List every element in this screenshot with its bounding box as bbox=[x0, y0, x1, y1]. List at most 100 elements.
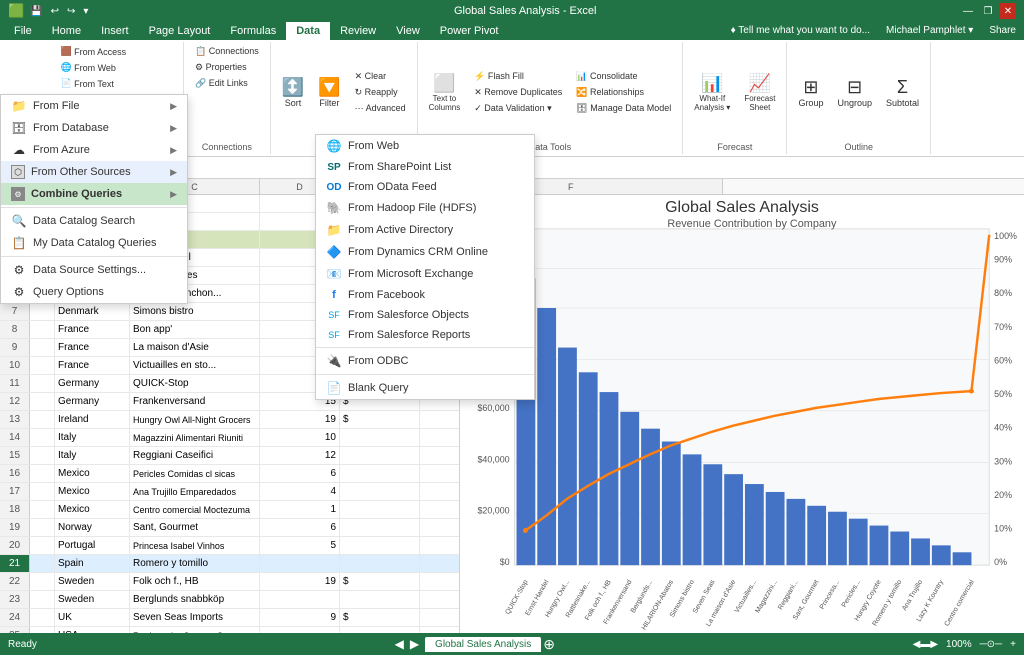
next-sheet-btn[interactable]: ▶ bbox=[410, 637, 419, 651]
menu-item-from-other-sources[interactable]: ⬡ From Other Sources ▶ bbox=[1, 161, 187, 183]
cell[interactable]: $ bbox=[340, 411, 420, 428]
cell[interactable]: France bbox=[55, 357, 130, 374]
edit-links-btn[interactable]: 🔗 Edit Links bbox=[190, 76, 253, 91]
cell[interactable] bbox=[340, 591, 420, 608]
cell[interactable]: Frankenversand bbox=[130, 393, 260, 410]
menu-item-blank-query[interactable]: 📄 Blank Query bbox=[316, 377, 534, 399]
cell[interactable] bbox=[340, 627, 420, 633]
flash-fill-btn[interactable]: ⚡ Flash Fill bbox=[469, 69, 567, 84]
menu-item-from-file[interactable]: 📁 From File ▶ bbox=[1, 95, 187, 117]
tab-home[interactable]: Home bbox=[42, 22, 91, 40]
cell[interactable]: Spain bbox=[55, 555, 130, 572]
cell[interactable]: $ bbox=[340, 609, 420, 626]
zoom-slider[interactable]: ─⊙─ bbox=[980, 639, 1003, 650]
cell[interactable] bbox=[30, 501, 55, 518]
menu-item-hadoop[interactable]: 🐘 From Hadoop File (HDFS) bbox=[316, 197, 534, 219]
cell[interactable]: Victuailles en sto... bbox=[130, 357, 260, 374]
connections-btn[interactable]: 📋 Connections bbox=[190, 44, 264, 59]
menu-item-salesforce-rep[interactable]: SF From Salesforce Reports bbox=[316, 325, 534, 345]
cell[interactable]: 10 bbox=[260, 429, 340, 446]
remove-dupes-btn[interactable]: ✕ Remove Duplicates bbox=[469, 85, 567, 100]
advanced-btn[interactable]: ⋯ Advanced bbox=[350, 101, 411, 116]
cell[interactable]: Princesa Isabel Vinhos bbox=[130, 537, 260, 554]
sort-btn[interactable]: ↕️ Sort bbox=[277, 74, 309, 111]
cell[interactable]: Bon app' bbox=[130, 321, 260, 338]
cell[interactable]: 12 bbox=[260, 447, 340, 464]
tab-page-layout[interactable]: Page Layout bbox=[139, 22, 221, 40]
cell[interactable]: Ireland bbox=[55, 411, 130, 428]
menu-item-data-catalog[interactable]: 🔍 Data Catalog Search bbox=[1, 210, 187, 232]
undo-btn[interactable]: ↩ bbox=[49, 6, 61, 17]
cell[interactable]: Italy bbox=[55, 429, 130, 446]
subtotal-btn[interactable]: Σ Subtotal bbox=[881, 74, 924, 111]
cell[interactable] bbox=[340, 483, 420, 500]
cell[interactable]: Magazzini Alimentari Riuniti bbox=[130, 429, 260, 446]
cell[interactable] bbox=[30, 627, 55, 633]
cell[interactable] bbox=[340, 555, 420, 572]
cell[interactable] bbox=[340, 537, 420, 554]
cell[interactable] bbox=[30, 537, 55, 554]
text-to-columns-btn[interactable]: ⬜ Text toColumns bbox=[424, 70, 466, 115]
tab-file[interactable]: File bbox=[4, 22, 42, 40]
cell[interactable] bbox=[260, 627, 340, 633]
forecast-sheet-btn[interactable]: 📈 ForecastSheet bbox=[739, 70, 780, 115]
menu-item-from-web[interactable]: 🌐 From Web bbox=[316, 135, 534, 157]
clear-btn[interactable]: ✕ Clear bbox=[350, 69, 411, 84]
cell[interactable]: 6 bbox=[260, 465, 340, 482]
menu-item-active-dir[interactable]: 📁 From Active Directory bbox=[316, 219, 534, 241]
quick-save-btn[interactable]: 💾 bbox=[28, 6, 44, 17]
menu-item-from-database[interactable]: 🗄 From Database ▶ bbox=[1, 117, 187, 139]
consolidate-btn[interactable]: 📊 Consolidate bbox=[571, 69, 676, 84]
cell[interactable]: Rattlesnake Canyon Grocery bbox=[130, 627, 260, 633]
tab-view[interactable]: View bbox=[386, 22, 430, 40]
from-access-btn[interactable]: 🟫 From Access bbox=[56, 44, 131, 59]
cell[interactable]: Italy bbox=[55, 447, 130, 464]
from-web-btn[interactable]: 🌐 From Web bbox=[56, 60, 121, 75]
cell[interactable] bbox=[260, 555, 340, 572]
cell[interactable]: Denmark bbox=[55, 303, 130, 320]
cell[interactable] bbox=[30, 483, 55, 500]
menu-item-facebook[interactable]: f From Facebook bbox=[316, 285, 534, 305]
customize-btn[interactable]: ▾ bbox=[81, 6, 90, 17]
formula-input[interactable] bbox=[112, 159, 1020, 177]
minimize-btn[interactable]: — bbox=[960, 3, 976, 19]
user-account[interactable]: Michael Pamphlet ▾ bbox=[878, 22, 981, 40]
tab-data[interactable]: Data bbox=[286, 22, 330, 40]
cell[interactable]: Germany bbox=[55, 375, 130, 392]
cell[interactable] bbox=[30, 303, 55, 320]
reapply-btn[interactable]: ↻ Reapply bbox=[350, 85, 411, 100]
cell[interactable]: Romero y tomillo bbox=[130, 555, 260, 572]
menu-item-dynamics-crm[interactable]: 🔷 From Dynamics CRM Online bbox=[316, 241, 534, 263]
cell[interactable]: 19 bbox=[260, 411, 340, 428]
tab-insert[interactable]: Insert bbox=[91, 22, 139, 40]
menu-item-ms-exchange[interactable]: 📧 From Microsoft Exchange bbox=[316, 263, 534, 285]
cell[interactable]: La maison d'Asie bbox=[130, 339, 260, 356]
cell[interactable] bbox=[30, 429, 55, 446]
cell[interactable]: Pericles Comidas cl sicas bbox=[130, 465, 260, 482]
cell[interactable]: Hungry Owl All-Night Grocers bbox=[130, 411, 260, 428]
cell[interactable]: Mexico bbox=[55, 501, 130, 518]
cell[interactable]: Sant, Gourmet bbox=[130, 519, 260, 536]
menu-item-my-catalog[interactable]: 📋 My Data Catalog Queries bbox=[1, 232, 187, 254]
group-btn[interactable]: ⊞ Group bbox=[793, 74, 828, 111]
cell[interactable]: 1 bbox=[260, 501, 340, 518]
cell[interactable] bbox=[30, 447, 55, 464]
cell[interactable] bbox=[340, 429, 420, 446]
menu-item-combine[interactable]: ⚙ Combine Queries ▶ bbox=[1, 183, 187, 205]
menu-item-sharepoint[interactable]: SP From SharePoint List bbox=[316, 157, 534, 177]
properties-btn[interactable]: ⚙ Properties bbox=[190, 60, 252, 75]
menu-item-odbc[interactable]: 🔌 From ODBC bbox=[316, 350, 534, 372]
cell[interactable] bbox=[340, 465, 420, 482]
relationships-btn[interactable]: 🔀 Relationships bbox=[571, 85, 676, 100]
cell[interactable] bbox=[30, 375, 55, 392]
share-btn[interactable]: Share bbox=[981, 22, 1024, 40]
menu-item-odata[interactable]: OD From OData Feed bbox=[316, 177, 534, 197]
sheet-tab-global-sales[interactable]: Global Sales Analysis bbox=[425, 637, 541, 652]
cell[interactable]: Germany bbox=[55, 393, 130, 410]
cell[interactable] bbox=[260, 591, 340, 608]
cell[interactable]: Ana Trujillo Emparedados bbox=[130, 483, 260, 500]
filter-btn[interactable]: 🔽 Filter bbox=[313, 74, 345, 111]
manage-data-model-btn[interactable]: 🗄 Manage Data Model bbox=[571, 101, 676, 116]
cell[interactable] bbox=[30, 357, 55, 374]
cell[interactable]: France bbox=[55, 339, 130, 356]
